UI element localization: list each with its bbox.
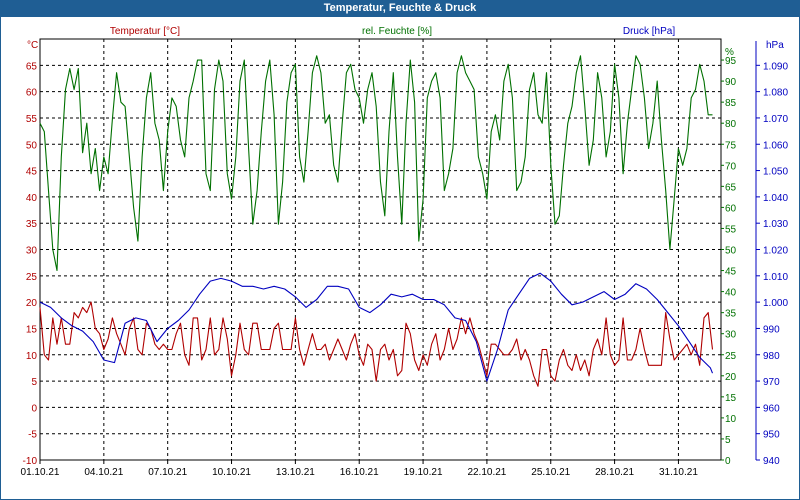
temperature-tick-label: 60 (26, 88, 38, 99)
x-tick-label: 04.10.21 (84, 467, 123, 478)
x-tick-label: 22.10.21 (467, 467, 506, 478)
x-tick-label: 13.10.21 (276, 467, 315, 478)
pressure-unit-label: hPa (766, 40, 784, 51)
pressure-series-line (39, 272, 714, 382)
temperature-tick-label: 35 (26, 219, 38, 230)
temperature-tick-label: 0 (31, 403, 37, 414)
humidity-tick-label: 70 (725, 161, 737, 172)
humidity-axis-label: rel. Feuchte [%] (362, 26, 432, 37)
humidity-series-line (39, 55, 713, 272)
pressure-axis-ticks: 940 950 960 970 980 990 1.000 1.010 1.020 1.030 1.… (755, 41, 788, 467)
humidity-tick-label: 35 (725, 309, 737, 320)
pressure-tick-label: 940 (763, 456, 780, 467)
series-lines (39, 55, 714, 387)
humidity-tick-label: 75 (725, 140, 737, 151)
humidity-tick-label: 55 (725, 224, 737, 235)
x-axis-ticks: 01.10.21 04.10.21 07.10.21 10.10.21 13.10.21… (21, 460, 698, 478)
pressure-tick-label: 1.090 (763, 61, 788, 72)
x-tick-label: 07.10.21 (148, 467, 187, 478)
humidity-tick-label: 40 (725, 288, 737, 299)
pressure-tick-label: 1.040 (763, 193, 788, 204)
pressure-tick-label: 960 (763, 403, 780, 414)
humidity-tick-label: 20 (725, 372, 737, 383)
humidity-tick-label: 60 (725, 203, 737, 214)
x-tick-label: 01.10.21 (21, 467, 60, 478)
x-tick-label: 28.10.21 (595, 467, 634, 478)
temperature-unit-label: °C (27, 40, 38, 51)
x-tick-label: 16.10.21 (340, 467, 379, 478)
humidity-tick-label: 80 (725, 119, 737, 130)
temperature-tick-label: 25 (26, 272, 38, 283)
humidity-tick-label: 0 (725, 456, 731, 467)
pressure-tick-label: 1.030 (763, 219, 788, 230)
pressure-tick-label: 1.000 (763, 298, 788, 309)
humidity-tick-label: 90 (725, 77, 737, 88)
humidity-tick-label: 25 (725, 351, 737, 362)
pressure-tick-label: 990 (763, 324, 780, 335)
temperature-tick-label: -10 (23, 456, 38, 467)
humidity-tick-label: 85 (725, 98, 737, 109)
x-tick-label: 31.10.21 (659, 467, 698, 478)
humidity-tick-label: 65 (725, 182, 737, 193)
pressure-tick-label: 970 (763, 377, 780, 388)
humidity-tick-label: 10 (725, 414, 737, 425)
pressure-tick-label: 950 (763, 430, 780, 441)
temperature-tick-label: 55 (26, 114, 38, 125)
temperature-series-line (39, 301, 714, 387)
pressure-tick-label: 980 (763, 351, 780, 362)
temperature-tick-label: 15 (26, 324, 38, 335)
temperature-tick-label: 40 (26, 193, 38, 204)
x-tick-label: 19.10.21 (404, 467, 443, 478)
x-tick-label: 25.10.21 (531, 467, 570, 478)
humidity-tick-label: 50 (725, 246, 737, 257)
humidity-tick-label: 45 (725, 267, 737, 278)
humidity-tick-label: 30 (725, 330, 737, 341)
humidity-axis-ticks: 05101520253035404550556065707580859095% (721, 47, 737, 467)
humidity-unit-label: % (725, 47, 734, 58)
temperature-tick-label: 5 (31, 377, 37, 388)
temperature-tick-label: 65 (26, 61, 38, 72)
temperature-tick-label: 50 (26, 140, 38, 151)
humidity-tick-label: 5 (725, 435, 731, 446)
pressure-tick-label: 1.070 (763, 114, 788, 125)
pressure-tick-label: 1.060 (763, 140, 788, 151)
temperature-tick-label: 20 (26, 298, 38, 309)
temperature-tick-label: 10 (26, 351, 38, 362)
temperature-axis-ticks: -10 -5 0 5 10 15 20 25 30 35 40 45 50 55 60 65 (23, 61, 38, 467)
chart: -10 -5 0 5 10 15 20 25 30 35 40 45 50 55 60 65 0 5 10 15 20… (21, 26, 789, 478)
temperature-tick-label: 30 (26, 246, 38, 257)
temperature-axis-label: Temperatur [°C] (110, 26, 180, 37)
pressure-tick-label: 1.080 (763, 88, 788, 99)
temperature-tick-label: -5 (28, 430, 37, 441)
x-tick-label: 10.10.21 (212, 467, 251, 478)
pressure-axis-label: Druck [hPa] (623, 26, 675, 37)
pressure-tick-label: 1.020 (763, 246, 788, 257)
temperature-tick-label: 45 (26, 167, 38, 178)
humidity-tick-label: 15 (725, 393, 737, 404)
pressure-tick-label: 1.010 (763, 272, 788, 283)
pressure-tick-label: 1.050 (763, 167, 788, 178)
